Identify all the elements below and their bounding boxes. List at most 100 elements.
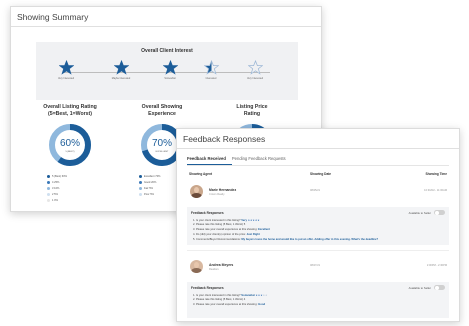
question-text: 3. Please rate your overall experience a…: [193, 303, 258, 306]
summary-title: Showing Summary: [11, 7, 321, 27]
question-text: 2. Please rate this listing (5 Best, 1 W…: [193, 223, 246, 226]
interest-step-label: Somewhat: [164, 77, 176, 80]
row-divider: [187, 250, 449, 251]
feedback-question: 4. Do (did) your client(s) opinion of th…: [193, 233, 260, 236]
interest-step: Very Interested: [235, 60, 275, 80]
metric-legend: 5 (Best) 60% 4 25% 3 10% 2 5% 1 0%: [47, 173, 67, 203]
legend-dot: [47, 174, 50, 178]
legend-label: Fair 5%: [144, 186, 153, 190]
visibility-toggle[interactable]: [434, 210, 445, 215]
feedback-question: 3. Please rate your overall experience a…: [193, 303, 265, 306]
feedback-question: 1. Is your client interested in this lis…: [193, 293, 268, 297]
metric-title-line: Rating: [243, 110, 261, 117]
interest-step-label: Interested: [205, 77, 217, 80]
visibility-toggle[interactable]: [434, 285, 445, 290]
showing-time: 10:30AM - 11:00AM: [424, 189, 447, 192]
legend-item: Poor 5%: [139, 191, 160, 197]
avatar: [190, 260, 203, 273]
legend-dot: [47, 198, 50, 202]
question-text: 1. Is your client interested in this lis…: [193, 219, 241, 222]
metric-legend: Excellent 70% Good 20% Fair 5% Poor 5%: [139, 173, 160, 197]
interest-step: Very Interested: [46, 60, 86, 80]
legend-label: Good 20%: [144, 180, 157, 184]
client-interest-title: Overall Client Interest: [141, 48, 193, 54]
feedback-question: 5. Comments/Buyer Recommendations: My bu…: [193, 238, 378, 241]
agent-company: Crown Realty: [209, 193, 225, 196]
metric-title-line: Experience: [148, 110, 176, 117]
avatar: [190, 185, 203, 198]
feedback-question: 3. Please rate your overall experience a…: [193, 228, 270, 231]
interest-step-label: Very Interested: [246, 77, 264, 80]
star-icon: [162, 60, 178, 75]
showing-date: 08/27/21: [310, 264, 321, 267]
feedback-row[interactable]: Marie Hernandez Crown Realty 08/25/21 10…: [187, 184, 449, 202]
feedback-tabs: Feedback Received Pending Feedback Reque…: [187, 156, 292, 165]
column-header-agent: Showing Agent: [189, 172, 213, 176]
column-header-time: Showing Time: [425, 172, 447, 176]
legend-item: 1 0%: [47, 197, 67, 203]
star-icon: [247, 60, 263, 75]
feedback-question: 2. Please rate this listing (5 Best, 1 W…: [193, 223, 245, 226]
interest-step: Interested: [191, 60, 231, 80]
showing-time: 2:00PM - 2:30PM: [426, 264, 447, 267]
question-text: 4. Do (did) your client(s) opinion of th…: [193, 233, 246, 236]
interest-step: Somewhat: [150, 60, 190, 80]
metric-title: Overall Showing Experience: [121, 104, 203, 117]
legend-label: Poor 5%: [144, 192, 154, 196]
donut-sublabel: 5 (BEST): [65, 151, 75, 153]
metric-title: Listing Price Rating: [211, 104, 293, 117]
visibility-label: Available to Seller: [408, 286, 431, 290]
question-answer: Excellent: [258, 228, 270, 231]
tab-feedback-received[interactable]: Feedback Received: [187, 156, 232, 165]
donut-percent: 60%: [59, 138, 80, 149]
feedback-title: Feedback Responses: [177, 129, 459, 149]
legend-label: 1 0%: [52, 198, 58, 202]
star-icon: [58, 60, 74, 75]
question-answer: Good: [258, 303, 266, 306]
interest-step: Maybe Interested: [101, 60, 141, 80]
legend-label: 3 10%: [52, 186, 60, 190]
star-icon: [113, 60, 129, 75]
feedback-section-title: Feedback Responses: [191, 286, 224, 290]
feedback-responses-card: Feedback Responses Feedback Received Pen…: [176, 128, 460, 322]
star-icon: [203, 60, 219, 75]
agent-name: Marie Hernandez: [209, 188, 237, 192]
rating-stars: ★★★★★: [247, 219, 260, 222]
agent-name: Andrea Meyers: [209, 263, 234, 267]
star-icon: ★: [265, 294, 268, 297]
legend-label: Excellent 70%: [144, 174, 161, 178]
feedback-response-panel: Feedback Responses Available to Seller 1…: [187, 207, 449, 245]
question-text: 2. Please rate this listing (5 Best, 1 W…: [193, 298, 246, 301]
question-answer: My buyers loves the home and would like …: [241, 238, 379, 241]
rating-stars: ★★★★★: [255, 294, 268, 297]
feedback-response-panel: Feedback Responses Available to Seller 1…: [187, 282, 449, 318]
interest-step-label: Maybe Interested: [111, 77, 131, 80]
interest-step-label: Very Interested: [57, 77, 75, 80]
legend-label: 5 (Best) 60%: [52, 174, 67, 178]
legend-dot: [47, 192, 50, 196]
metric-donut: 60% 5 (BEST): [48, 123, 92, 167]
tab-pending-feedback-requests[interactable]: Pending Feedback Requests: [232, 156, 292, 165]
star-icon: ★: [257, 219, 260, 222]
legend-dot: [47, 186, 50, 190]
tab-divider: [187, 165, 449, 166]
client-interest-panel: Overall Client Interest Very Interested M…: [36, 42, 298, 100]
showing-date: 08/25/21: [310, 189, 321, 192]
column-header-date: Showing Date: [310, 172, 332, 176]
metric-title: Overall Listing Rating (5=Best, 1=Worst): [29, 104, 111, 117]
legend-dot: [139, 174, 142, 178]
legend-label: 2 5%: [52, 192, 58, 196]
question-answer: Just Right: [246, 233, 260, 236]
legend-dot: [139, 192, 142, 196]
question-text: 3. Please rate your overall experience a…: [193, 228, 258, 231]
feedback-question: 2. Please rate this listing (5 Best, 1 W…: [193, 298, 245, 301]
legend-label: 4 25%: [52, 180, 60, 184]
legend-dot: [139, 180, 142, 184]
metric-title-line: (5=Best, 1=Worst): [47, 110, 92, 117]
feedback-row[interactable]: Andrea Meyers Realtors 08/27/21 2:00PM -…: [187, 259, 449, 277]
question-text: 5. Comments/Buyer Recommendations:: [193, 238, 241, 241]
agent-company: Realtors: [209, 268, 219, 271]
visibility-label: Available to Seller: [408, 211, 431, 215]
question-text: 1. Is your client interested in this lis…: [193, 294, 241, 297]
question-answer: Somewhat: [241, 294, 255, 297]
